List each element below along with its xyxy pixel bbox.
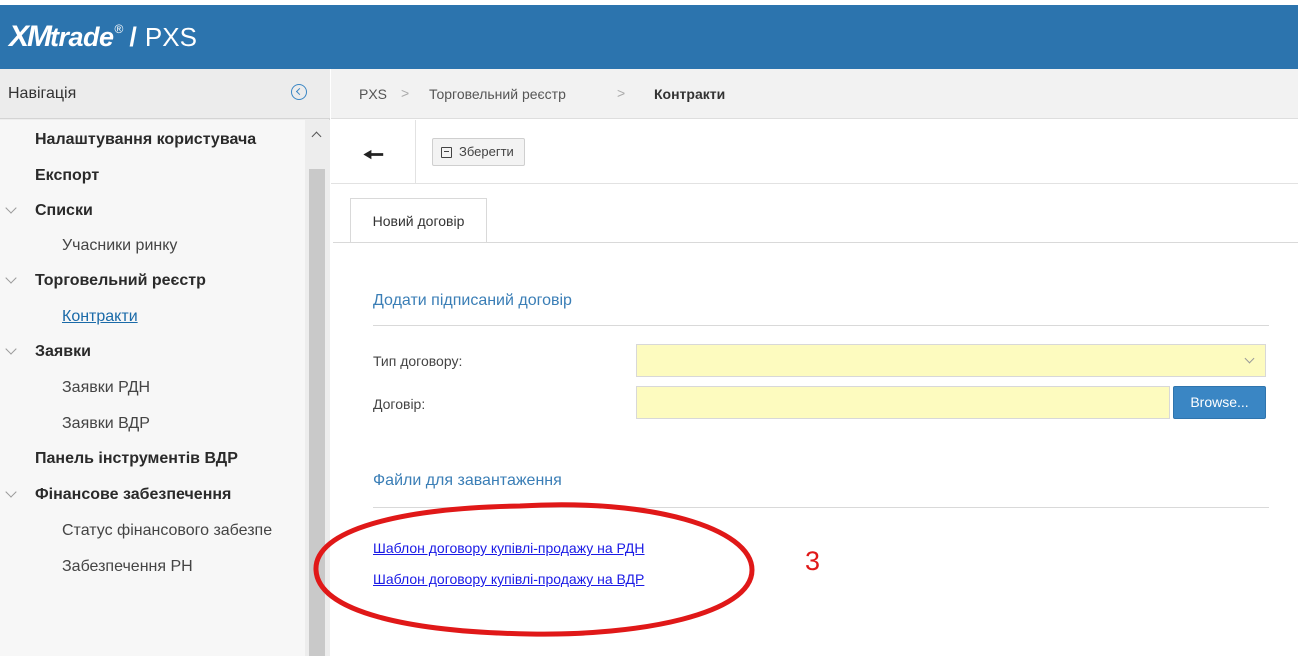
contract-type-select[interactable] (636, 344, 1266, 377)
arrow-left-icon[interactable]: 🠔 (363, 138, 384, 179)
breadcrumb-item-pxs[interactable]: PXS (359, 86, 387, 102)
navigation-header: Навігація (0, 69, 330, 119)
toolbar: 🠔 Зберегти (331, 120, 1298, 184)
annotation-ellipse (313, 502, 755, 637)
browse-button[interactable]: Browse... (1173, 386, 1266, 419)
breadcrumb: PXS > Торговельний реєстр > Контракти (331, 69, 1298, 119)
navigation-sidebar: Навігація Налаштування користувача Експо… (0, 69, 330, 656)
section-divider (373, 325, 1269, 326)
breadcrumb-separator: > (401, 85, 410, 101)
sidebar-scrollbar-thumb[interactable] (309, 169, 325, 656)
floppy-disk-icon (441, 146, 452, 158)
save-button-label: Зберегти (459, 144, 514, 159)
contract-type-label: Тип договору: (373, 353, 463, 369)
section-divider (373, 507, 1269, 508)
sidebar-item-vdr-tools-panel[interactable]: Панель інструментів ВДР (0, 441, 340, 477)
sidebar-item-label: Експорт (35, 167, 100, 184)
contract-file-input[interactable] (636, 386, 1170, 419)
navigation-tree: Налаштування користувача Експорт Списки … (0, 120, 305, 656)
annotation-number: 3 (805, 546, 821, 576)
sidebar-item-label: Забезпечення РН (62, 558, 193, 575)
chevron-down-icon (5, 343, 17, 355)
sidebar-item-label: Налаштування користувача (35, 131, 257, 148)
save-button[interactable]: Зберегти (432, 138, 525, 166)
sidebar-item-label: Списки (35, 202, 93, 219)
download-link-vdr-template[interactable]: Шаблон договору купівлі-продажу на ВДР (373, 571, 644, 587)
sidebar-item-lists[interactable]: Списки (0, 193, 340, 229)
logo-separator: / (129, 21, 137, 52)
sidebar-item-trade-register[interactable]: Торговельний реєстр (0, 263, 340, 299)
sidebar-item-label: Фінансове забезпечення (35, 486, 232, 503)
app-name: PXS (144, 21, 197, 52)
tab-new-contract[interactable]: Новий договір (350, 198, 487, 243)
tab-strip-border (333, 242, 1298, 243)
sidebar-item-financial-guarantee[interactable]: Фінансове забезпечення (0, 477, 340, 513)
app-header: XM trade ® / PXS (0, 0, 1298, 69)
sidebar-item-label: Торговельний реєстр (35, 272, 206, 289)
logo-mark: XM (9, 20, 52, 53)
section-title-downloads: Файли для завантаження (373, 472, 562, 489)
sidebar-item-orders[interactable]: Заявки (0, 334, 340, 370)
sidebar-item-label: Контракти (62, 308, 138, 325)
sidebar-item-export[interactable]: Експорт (0, 158, 340, 194)
logo-word: trade (50, 21, 114, 52)
sidebar-item-label: Заявки (35, 343, 91, 360)
download-link-rdn-template[interactable]: Шаблон договору купівлі-продажу на РДН (373, 540, 645, 556)
chevron-down-icon (5, 202, 17, 214)
navigation-title: Навігація (8, 85, 77, 102)
breadcrumb-item-trade-register[interactable]: Торговельний реєстр (429, 86, 566, 102)
circle-chevron-left-icon[interactable] (291, 84, 307, 100)
section-title-add-contract: Додати підписаний договір (373, 292, 572, 309)
toolbar-divider (415, 120, 416, 183)
contract-file-label: Договір: (373, 396, 426, 412)
sidebar-item-label: Учасники ринку (62, 237, 178, 254)
chevron-down-icon (5, 272, 17, 284)
sidebar-item-label: Заявки ВДР (62, 415, 150, 432)
chevron-down-icon (1244, 353, 1255, 364)
sidebar-item-label: Заявки РДН (62, 379, 151, 396)
chevron-down-icon (5, 486, 17, 498)
sidebar-item-label: Панель інструментів ВДР (35, 450, 238, 467)
breadcrumb-separator: > (617, 85, 626, 101)
app-logo[interactable]: XM trade ® / PXS (9, 17, 197, 57)
sidebar-item-label: Статус фінансового забезпе (62, 522, 273, 539)
sidebar-item-user-settings[interactable]: Налаштування користувача (0, 122, 340, 158)
breadcrumb-item-contracts: Контракти (654, 86, 726, 102)
logo-registered-mark: ® (114, 22, 124, 36)
